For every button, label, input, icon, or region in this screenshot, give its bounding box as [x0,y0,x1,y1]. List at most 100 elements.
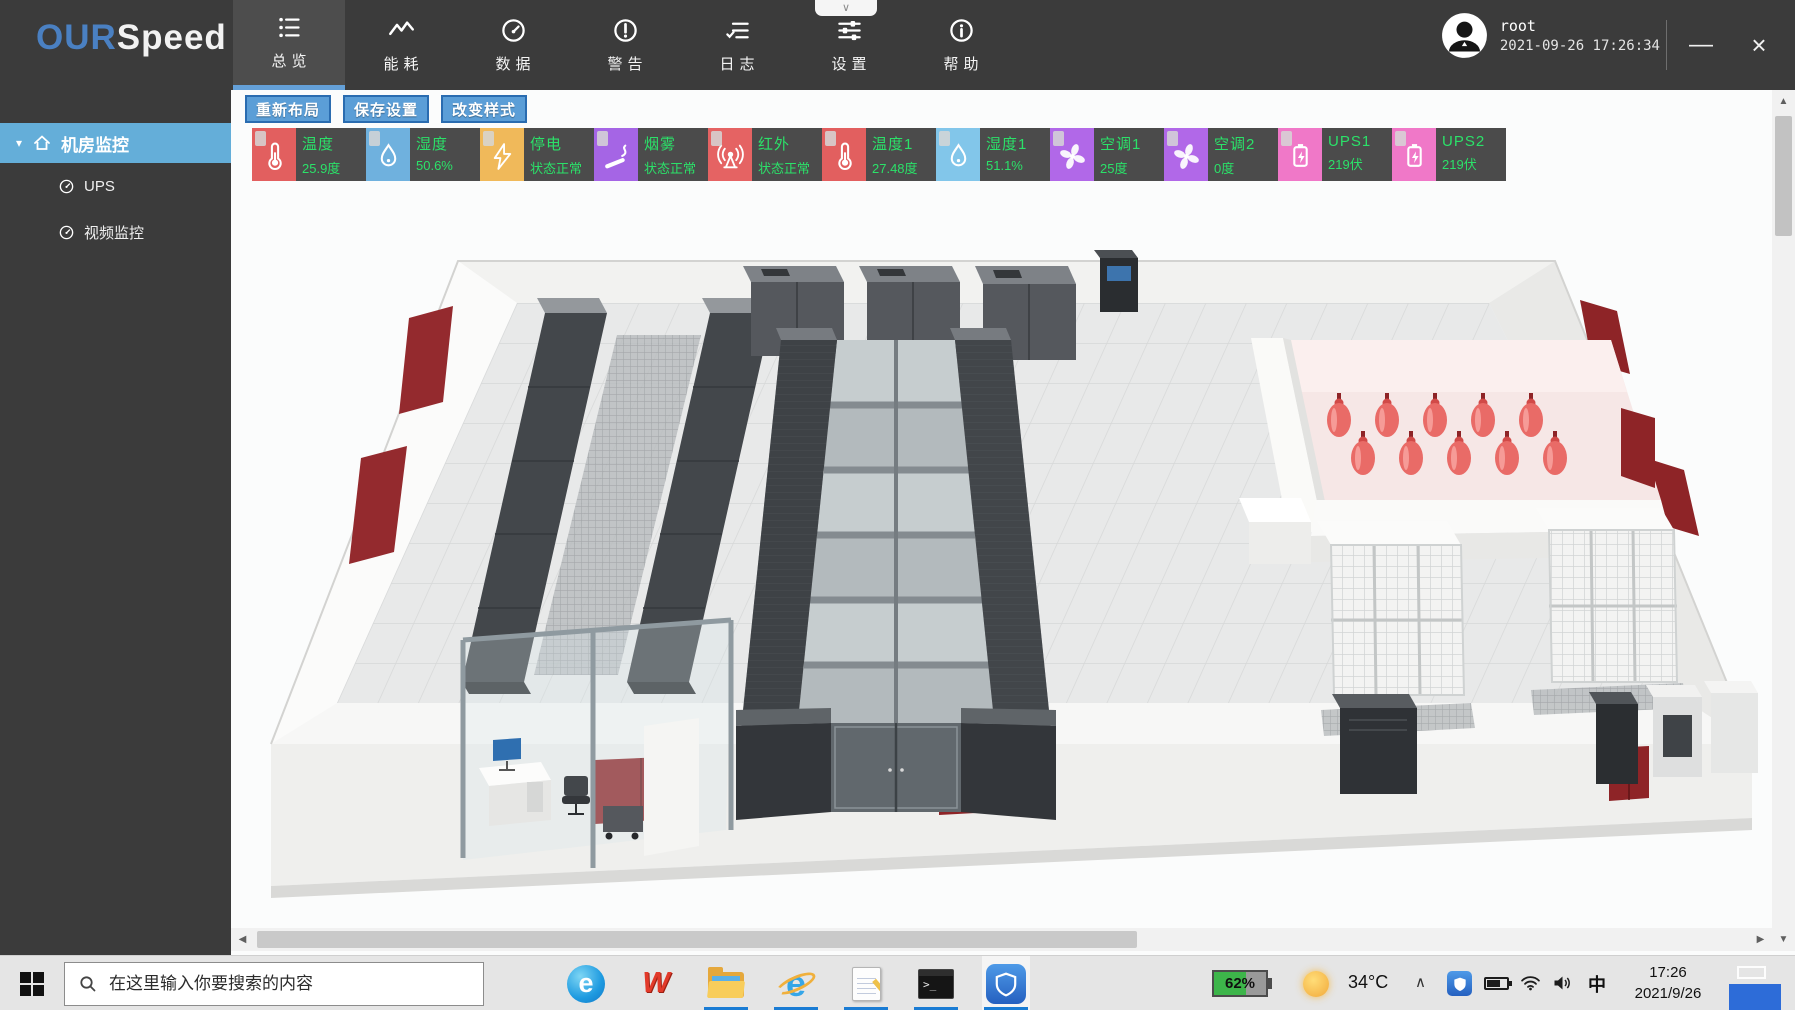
terminal-icon: >_ [918,969,954,999]
sidebar-item-ups[interactable]: UPS [0,163,231,209]
screen: OURSpeed 总览 能耗 数据 警告 日志 [0,0,1795,1010]
logo-speed: Speed [117,18,227,57]
sidebar-item-label: 机房监控 [61,131,129,156]
current-datetime: 2021-09-26 17:26:34 [1500,38,1660,54]
clock-date: 2021/9/26 [1620,983,1716,1004]
layout-toolbar: 重新布局 保存设置 改变样式 [245,95,527,123]
gauge-icon [500,17,527,44]
tab-data[interactable]: 数据 [457,0,569,90]
tab-alerts[interactable]: 警告 [569,0,681,90]
drag-handle [1281,131,1292,146]
scroll-up-arrow-icon[interactable]: ▲ [1772,90,1795,113]
tab-label: 设置 [831,53,871,74]
scroll-down-arrow-icon[interactable]: ▼ [1772,928,1795,951]
notification-window-body [1729,984,1781,1010]
minimize-button[interactable]: — [1675,0,1727,90]
sensor-name: 空调1 [1100,133,1164,154]
wps-icon: W [642,967,669,1000]
notification-window-outline [1737,966,1766,979]
taskbar-clock[interactable]: 17:26 2021/9/26 [1620,962,1716,1004]
tab-label: 总览 [271,50,311,71]
notepad-icon [852,967,881,1001]
windows-logo-icon [20,972,44,996]
drag-handle [1053,131,1064,146]
info-icon [948,17,975,44]
relayout-button[interactable]: 重新布局 [245,95,331,123]
tab-label: 日志 [719,53,759,74]
drag-handle [825,131,836,146]
sensor-name: 湿度 [416,133,480,154]
alert-icon [612,17,639,44]
divider [1666,20,1667,70]
ime-indicator[interactable]: 中 [1588,971,1606,997]
user-info: root 2021-09-26 17:26:34 [1500,12,1660,59]
shield-icon [986,964,1026,1004]
weather-temperature[interactable]: 34°C [1348,972,1388,993]
scroll-left-arrow-icon[interactable]: ◀ [231,928,254,951]
sensor-name: UPS1 [1328,133,1392,150]
horizontal-scrollbar[interactable]: ◀ ▶ [231,928,1772,951]
drag-handle [1167,131,1178,146]
logo-our: OUR [36,18,117,57]
close-button[interactable]: × [1733,0,1785,90]
taskbar-app-notepad[interactable] [842,956,890,1010]
caret-down-icon: ▾ [16,136,22,150]
clock-time: 17:26 [1620,962,1716,983]
home-icon [32,133,52,153]
change-style-button[interactable]: 改变样式 [441,95,527,123]
tab-energy[interactable]: 能耗 [345,0,457,90]
weather-sun-icon[interactable] [1303,971,1329,997]
tab-logs[interactable]: 日志 [681,0,793,90]
sidebar: ▾ 机房监控 UPS 视频监控 [0,90,231,955]
main-content: 重新布局 保存设置 改变样式 温度25.9度 湿度50.6% 停电状态正常 烟雾… [231,90,1772,928]
tab-label: 帮助 [943,53,983,74]
tray-shield-icon[interactable] [1447,971,1472,996]
vertical-scroll-thumb[interactable] [1775,116,1792,236]
taskbar-search[interactable] [64,962,484,1006]
datacenter-3d-scene [231,170,1772,918]
drag-handle [597,131,608,146]
user-area[interactable]: root 2021-09-26 17:26:34 [1441,12,1660,59]
start-button[interactable] [10,956,54,1010]
tab-help[interactable]: 帮助 [905,0,1017,90]
sidebar-item-room-monitoring[interactable]: ▾ 机房监控 [0,123,231,163]
drag-handle [711,131,722,146]
taskbar-app-security-center[interactable] [982,956,1030,1010]
main-nav: 总览 能耗 数据 警告 日志 设置 [233,0,1017,90]
navbar-collapse-tab[interactable]: ∨ [815,0,877,16]
taskbar-app-terminal[interactable]: >_ [912,956,960,1010]
scroll-right-arrow-icon[interactable]: ▶ [1749,928,1772,951]
sensor-name: 烟雾 [644,133,708,154]
horizontal-scroll-thumb[interactable] [257,931,1137,948]
search-input[interactable] [109,974,439,994]
speaker-icon[interactable] [1552,975,1573,991]
tab-overview[interactable]: 总览 [233,0,345,90]
gauge-icon [58,178,75,195]
tab-label: 数据 [495,53,535,74]
taskbar-app-file-explorer[interactable] [702,956,750,1010]
tray-battery-icon[interactable] [1484,977,1509,990]
wifi-icon[interactable] [1520,974,1541,991]
save-settings-button[interactable]: 保存设置 [343,95,429,123]
taskbar-app-wps[interactable]: W [632,956,680,1010]
sensor-name: 温度1 [872,133,936,154]
battery-percent: 62% [1214,975,1266,992]
taskbar-app-internet-explorer[interactable]: e [772,956,820,1010]
top-navbar: OURSpeed 总览 能耗 数据 警告 日志 [0,0,1795,90]
overview-list-icon [276,14,303,41]
sensor-name: 红外 [758,133,822,154]
sensor-name: 温度 [302,133,366,154]
battery-level-badge[interactable]: 62% [1212,970,1268,997]
internet-explorer-icon: e [775,963,817,1005]
drag-handle [939,131,950,146]
drag-handle [369,131,380,146]
chevron-down-icon: ∨ [842,3,850,13]
vertical-scrollbar[interactable]: ▲ ▼ [1772,90,1795,951]
tray-expand-icon[interactable]: ∧ [1415,973,1426,991]
sensor-name: 湿度1 [986,133,1050,154]
sidebar-item-video-monitoring[interactable]: 视频监控 [0,209,231,255]
taskbar-app-edge[interactable]: e [562,956,610,1010]
sensor-name: UPS2 [1442,133,1506,150]
sensor-name: 空调2 [1214,133,1278,154]
username: root [1500,17,1660,35]
